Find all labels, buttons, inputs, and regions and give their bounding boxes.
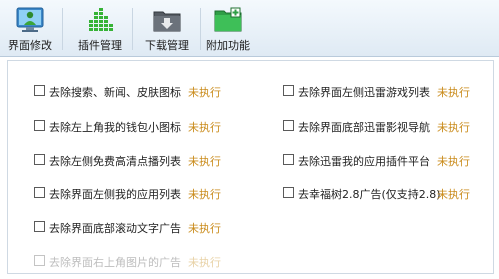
option-status: 未执行 — [188, 188, 221, 201]
option-row[interactable]: 去除界面左侧我的应用列表 未执行 — [34, 186, 234, 201]
option-checkbox[interactable] — [34, 187, 45, 198]
option-row[interactable]: 去除界面底部滚动文字广告 未执行 — [34, 220, 234, 235]
option-status: 未执行 — [188, 121, 221, 134]
option-status: 未执行 — [437, 86, 470, 99]
option-checkbox[interactable] — [34, 154, 45, 165]
option-row[interactable]: 去除搜索、新闻、皮肤图标 未执行 — [34, 84, 234, 99]
option-label: 去除迅雷我的应用插件平台 — [298, 155, 430, 168]
option-status: 未执行 — [188, 222, 221, 235]
tab-plugin-manage[interactable]: 插件管理 — [72, 0, 128, 56]
option-row[interactable]: 去除左上角我的钱包小图标 未执行 — [34, 119, 234, 134]
option-label: 去除左侧免费高清点播列表 — [49, 155, 181, 168]
option-label: 去除搜索、新闻、皮肤图标 — [49, 86, 181, 99]
option-checkbox[interactable] — [283, 187, 294, 198]
tab-download-manage[interactable]: 下载管理 — [138, 0, 196, 56]
option-label: 去除界面左侧迅雷游戏列表 — [298, 86, 430, 99]
option-row[interactable]: 去除左侧免费高清点播列表 未执行 — [34, 153, 234, 168]
option-checkbox[interactable] — [34, 221, 45, 232]
tab-label: 插件管理 — [78, 39, 122, 52]
toolbar-divider — [132, 8, 133, 50]
option-checkbox[interactable] — [283, 120, 294, 131]
options-panel: 去除搜索、新闻、皮肤图标 未执行 去除左上角我的钱包小图标 未执行 去除左侧免费… — [7, 60, 494, 274]
equalizer-icon — [89, 8, 113, 31]
tab-label: 下载管理 — [145, 39, 189, 52]
folder-plus-icon — [214, 7, 242, 32]
option-label: 去幸福树2.8广告(仅支持2.8) — [298, 188, 441, 201]
option-label: 去除左上角我的钱包小图标 — [49, 121, 181, 134]
tab-interface-modify[interactable]: 界面修改 — [2, 0, 58, 56]
tab-label: 界面修改 — [8, 39, 52, 52]
option-checkbox[interactable] — [34, 85, 45, 96]
option-status: 未执行 — [188, 256, 221, 269]
option-label: 去除界面底部迅雷影视导航 — [298, 121, 430, 134]
option-status: 未执行 — [437, 188, 470, 201]
option-checkbox[interactable] — [34, 255, 45, 266]
option-row[interactable]: 去幸福树2.8广告(仅支持2.8) 未执行 — [283, 186, 483, 201]
option-checkbox[interactable] — [283, 154, 294, 165]
option-status: 未执行 — [188, 86, 221, 99]
option-row[interactable]: 去除界面底部迅雷影视导航 未执行 — [283, 119, 483, 134]
tab-extra-features[interactable]: 附加功能 — [200, 0, 256, 56]
monitor-user-icon — [16, 7, 44, 32]
option-checkbox[interactable] — [283, 85, 294, 96]
option-label: 去除界面底部滚动文字广告 — [49, 222, 181, 235]
option-row[interactable]: 去除迅雷我的应用插件平台 未执行 — [283, 153, 483, 168]
toolbar: 界面修改 插件管理 下载管理 附加功能 — [0, 0, 499, 57]
option-status: 未执行 — [437, 155, 470, 168]
option-row[interactable]: 去除界面右上角图片的广告 未执行 — [34, 254, 234, 269]
option-label: 去除界面右上角图片的广告 — [49, 256, 181, 269]
option-checkbox[interactable] — [34, 120, 45, 131]
tab-label: 附加功能 — [206, 39, 250, 52]
toolbar-divider — [62, 8, 63, 50]
option-status: 未执行 — [188, 155, 221, 168]
option-label: 去除界面左侧我的应用列表 — [49, 188, 181, 201]
option-status: 未执行 — [437, 121, 470, 134]
folder-download-icon — [153, 11, 181, 32]
option-row[interactable]: 去除界面左侧迅雷游戏列表 未执行 — [283, 84, 483, 99]
